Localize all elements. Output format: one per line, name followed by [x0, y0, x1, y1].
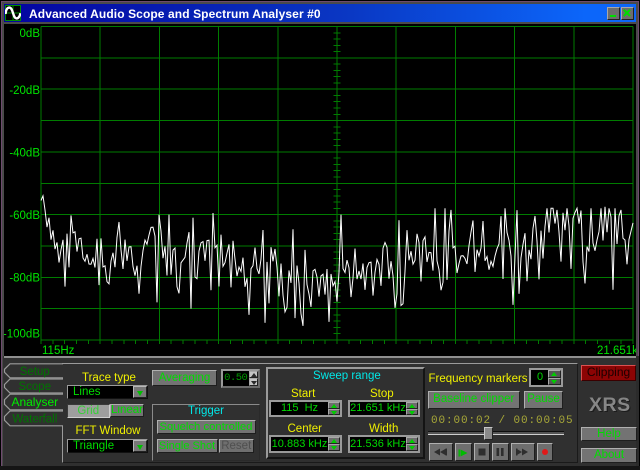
svg-text:21.651kH: 21.651kH [597, 345, 636, 356]
svg-text:Analyser: Analyser [11, 395, 58, 409]
svg-text:Setup: Setup [20, 366, 50, 378]
svg-text:Waterfall: Waterfall [12, 413, 57, 425]
svg-text:Scope: Scope [18, 381, 51, 393]
